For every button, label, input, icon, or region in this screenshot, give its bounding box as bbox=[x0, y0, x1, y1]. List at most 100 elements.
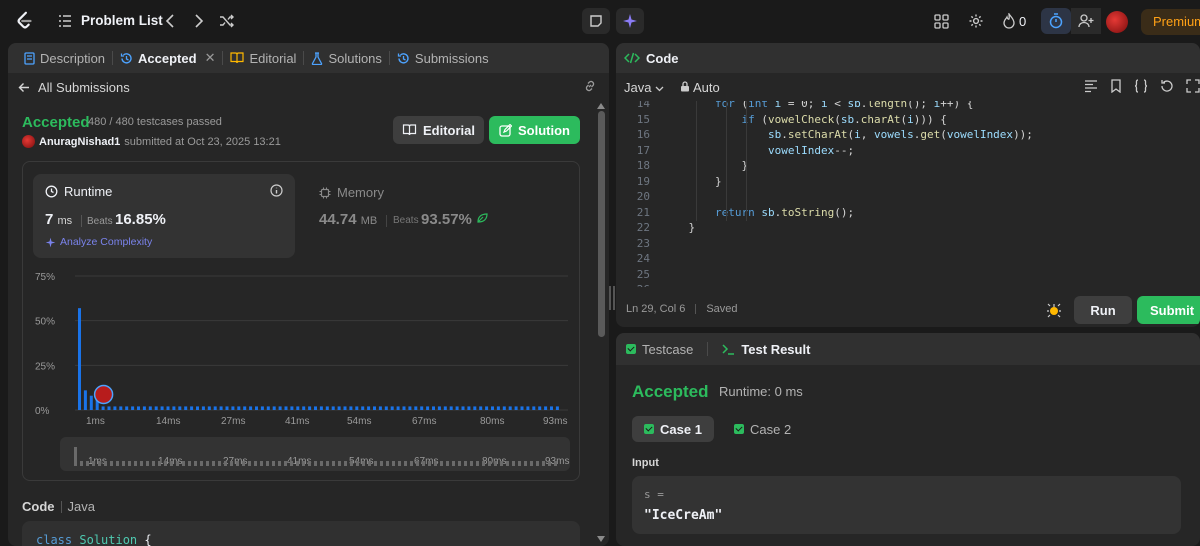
runtime-bar[interactable] bbox=[166, 406, 170, 410]
solution-button[interactable]: Solution bbox=[489, 116, 580, 144]
code-line[interactable]: return sb.toString(); bbox=[662, 206, 854, 219]
tab-description[interactable]: Description bbox=[18, 43, 111, 73]
runtime-bar[interactable] bbox=[555, 406, 559, 410]
runtime-bar[interactable] bbox=[278, 406, 282, 410]
runtime-bar[interactable] bbox=[443, 406, 447, 410]
tab-accepted[interactable]: Accepted ✕ bbox=[114, 43, 221, 73]
runtime-bar[interactable] bbox=[373, 406, 376, 410]
runtime-bar[interactable] bbox=[231, 406, 235, 410]
runtime-bar[interactable] bbox=[331, 406, 335, 410]
bookmark-icon[interactable] bbox=[1110, 79, 1122, 93]
runtime-bar[interactable] bbox=[532, 406, 536, 410]
runtime-bar[interactable] bbox=[526, 406, 530, 410]
next-problem-button[interactable] bbox=[190, 12, 208, 30]
code-line[interactable]: if (vowelCheck(sb.charAt(i))) { bbox=[662, 113, 946, 126]
runtime-bar[interactable] bbox=[237, 406, 241, 410]
runtime-bar[interactable] bbox=[485, 406, 489, 410]
runtime-bar[interactable] bbox=[455, 406, 459, 410]
runtime-bar[interactable] bbox=[255, 406, 258, 410]
runtime-card[interactable]: Runtime 7 ms Beats 16.85% Analyze Comple… bbox=[33, 174, 295, 258]
runtime-bar[interactable] bbox=[449, 406, 453, 410]
runtime-bar[interactable] bbox=[243, 406, 247, 410]
code-line[interactable]: } bbox=[662, 221, 695, 234]
runtime-bar[interactable] bbox=[302, 406, 306, 410]
runtime-bar[interactable] bbox=[473, 406, 477, 410]
runtime-bar[interactable] bbox=[78, 308, 81, 410]
settings-button[interactable] bbox=[967, 12, 985, 30]
info-icon[interactable] bbox=[270, 184, 283, 197]
runtime-bar[interactable] bbox=[213, 406, 217, 410]
your-runtime-marker[interactable] bbox=[93, 384, 114, 405]
runtime-bar[interactable] bbox=[101, 406, 105, 410]
code-editor[interactable]: 14 for (int i = 0; i < sb.length(); i++)… bbox=[616, 101, 1200, 287]
runtime-bar[interactable] bbox=[496, 406, 500, 410]
runtime-bar[interactable] bbox=[290, 406, 294, 410]
invite-user-button[interactable] bbox=[1071, 8, 1101, 34]
runtime-bar[interactable] bbox=[89, 395, 93, 410]
code-line[interactable]: for (int i = 0; i < sb.length(); i++) { bbox=[662, 101, 973, 110]
list-icon[interactable] bbox=[58, 14, 72, 28]
language-select[interactable]: Java bbox=[624, 80, 664, 95]
runtime-bar[interactable] bbox=[461, 406, 465, 410]
memory-card[interactable]: Memory bbox=[319, 185, 384, 200]
runtime-bar[interactable] bbox=[361, 406, 365, 410]
share-link-icon[interactable] bbox=[583, 79, 597, 93]
runtime-bar[interactable] bbox=[249, 406, 253, 410]
scroll-down-arrow[interactable] bbox=[597, 536, 605, 542]
tab-solutions[interactable]: Solutions bbox=[305, 43, 387, 73]
user-name[interactable]: AnuragNishad1 bbox=[39, 136, 120, 148]
reset-icon[interactable] bbox=[1160, 79, 1174, 93]
ai-assistant-button[interactable] bbox=[616, 8, 644, 34]
braces-icon[interactable] bbox=[1134, 79, 1148, 93]
runtime-bar[interactable] bbox=[308, 406, 312, 410]
format-icon[interactable] bbox=[1084, 79, 1098, 93]
runtime-bar[interactable] bbox=[172, 406, 176, 410]
notes-button[interactable] bbox=[582, 8, 610, 34]
runtime-bar[interactable] bbox=[432, 406, 435, 410]
runtime-bar[interactable] bbox=[420, 406, 424, 410]
runtime-bar[interactable] bbox=[491, 406, 494, 410]
scrollbar-thumb[interactable] bbox=[598, 111, 605, 337]
code-line[interactable]: sb.setCharAt(i, vowels.get(vowelIndex)); bbox=[662, 128, 1033, 141]
leetcode-logo-icon[interactable] bbox=[14, 10, 36, 32]
expand-icon[interactable] bbox=[1186, 79, 1200, 93]
tab-editorial[interactable]: Editorial bbox=[224, 43, 302, 73]
runtime-bar[interactable] bbox=[520, 406, 524, 410]
back-to-submissions[interactable]: All Submissions bbox=[8, 73, 609, 101]
run-button[interactable]: Run bbox=[1074, 296, 1132, 324]
runtime-bar[interactable] bbox=[148, 406, 152, 410]
runtime-bar[interactable] bbox=[367, 406, 371, 410]
runtime-bar[interactable] bbox=[296, 406, 300, 410]
auto-mode[interactable]: Auto bbox=[680, 80, 720, 95]
case-1-tab[interactable]: Case 1 bbox=[632, 416, 714, 442]
runtime-bar[interactable] bbox=[154, 406, 158, 410]
runtime-bar[interactable] bbox=[396, 406, 400, 410]
avatar[interactable] bbox=[1106, 11, 1128, 33]
avatar[interactable] bbox=[22, 135, 35, 148]
runtime-bar[interactable] bbox=[196, 406, 199, 410]
code-line[interactable]: } bbox=[662, 175, 722, 188]
runtime-bar[interactable] bbox=[107, 406, 111, 410]
runtime-bar[interactable] bbox=[355, 406, 359, 410]
tab-submissions[interactable]: Submissions bbox=[391, 43, 495, 73]
runtime-bar[interactable] bbox=[314, 406, 317, 410]
runtime-bar[interactable] bbox=[272, 406, 276, 410]
tab-test-result[interactable]: Test Result bbox=[722, 342, 810, 357]
submitted-code[interactable]: class Solution { bbox=[22, 521, 580, 546]
runtime-bar[interactable] bbox=[266, 406, 270, 410]
analyze-complexity-link[interactable]: Analyze Complexity bbox=[45, 236, 152, 248]
runtime-bar[interactable] bbox=[508, 406, 512, 410]
runtime-bar[interactable] bbox=[131, 406, 135, 410]
runtime-bar[interactable] bbox=[402, 406, 406, 410]
runtime-bar[interactable] bbox=[119, 406, 123, 410]
debug-icon[interactable] bbox=[1046, 302, 1062, 318]
submit-button[interactable]: Submit bbox=[1137, 296, 1200, 324]
runtime-bar[interactable] bbox=[113, 406, 117, 410]
runtime-bar[interactable] bbox=[325, 406, 329, 410]
runtime-bar[interactable] bbox=[337, 406, 341, 410]
tab-testcase[interactable]: Testcase bbox=[626, 342, 693, 357]
runtime-bar[interactable] bbox=[207, 406, 211, 410]
runtime-bar[interactable] bbox=[426, 406, 430, 410]
runtime-bar[interactable] bbox=[467, 406, 471, 410]
runtime-bar[interactable] bbox=[83, 390, 87, 410]
